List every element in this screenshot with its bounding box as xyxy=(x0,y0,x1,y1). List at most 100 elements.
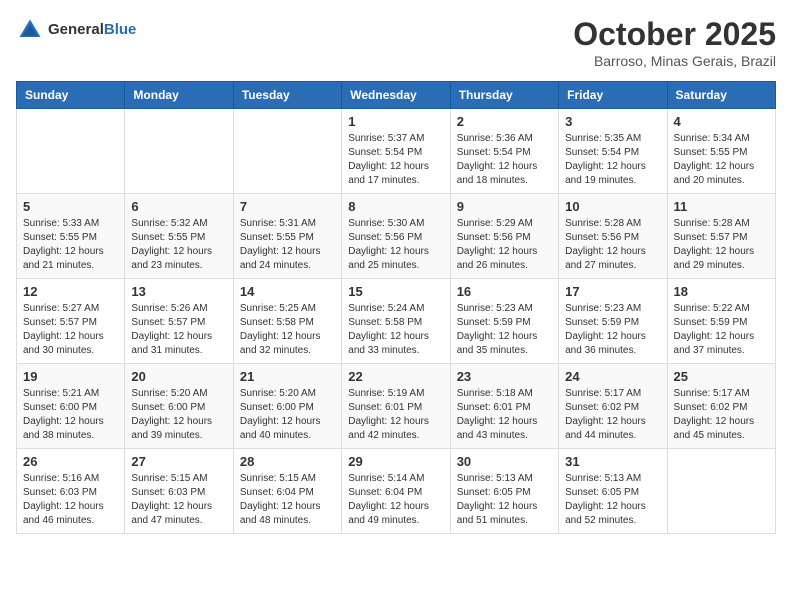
calendar-cell: 9 Sunrise: 5:29 AM Sunset: 5:56 PM Daylig… xyxy=(450,194,558,279)
day-info: Sunrise: 5:37 AM Sunset: 5:54 PM Dayligh… xyxy=(348,132,443,188)
day-number: 29 xyxy=(348,454,443,469)
calendar-week-row: 26Sunrise: 5:16 AM Sunset: 6:03 PM Dayli… xyxy=(17,449,776,534)
day-number: 6 xyxy=(131,199,226,214)
day-number: 23 xyxy=(457,369,552,384)
day-number: 20 xyxy=(131,369,226,384)
weekday-header-tuesday: Tuesday xyxy=(233,82,341,109)
day-info: Sunrise: 5:31 AM Sunset: 5:55 PM Dayligh… xyxy=(240,217,335,273)
day-info: Sunrise: 5:35 AM Sunset: 5:54 PM Dayligh… xyxy=(565,132,660,188)
calendar-cell: 25Sunrise: 5:17 AM Sunset: 6:02 PM Dayli… xyxy=(667,364,775,449)
logo-general-text: General xyxy=(48,21,104,38)
day-info: Sunrise: 5:14 AM Sunset: 6:04 PM Dayligh… xyxy=(348,472,443,528)
calendar-table: SundayMondayTuesdayWednesdayThursdayFrid… xyxy=(16,81,776,534)
calendar-cell: 10Sunrise: 5:28 AM Sunset: 5:56 PM Dayli… xyxy=(559,194,667,279)
page-header: GeneralBlue October 2025 Barroso, Minas … xyxy=(16,16,776,69)
day-info: Sunrise: 5:32 AM Sunset: 5:55 PM Dayligh… xyxy=(131,217,226,273)
day-number: 16 xyxy=(457,284,552,299)
calendar-cell: 29 Sunrise: 5:14 AM Sunset: 6:04 PM Dayli… xyxy=(342,449,450,534)
calendar-cell xyxy=(17,109,125,194)
day-number: 28 xyxy=(240,454,335,469)
calendar-cell: 30 Sunrise: 5:13 AM Sunset: 6:05 PM Dayli… xyxy=(450,449,558,534)
day-info: Sunrise: 5:13 AM Sunset: 6:05 PM Dayligh… xyxy=(565,472,660,528)
day-info: Sunrise: 5:26 AM Sunset: 5:57 PM Dayligh… xyxy=(131,302,226,358)
calendar-header-row: SundayMondayTuesdayWednesdayThursdayFrid… xyxy=(17,82,776,109)
day-number: 14 xyxy=(240,284,335,299)
weekday-header-sunday: Sunday xyxy=(17,82,125,109)
day-number: 19 xyxy=(23,369,118,384)
calendar-week-row: 1 Sunrise: 5:37 AM Sunset: 5:54 PM Daylig… xyxy=(17,109,776,194)
day-info: Sunrise: 5:23 AM Sunset: 5:59 PM Dayligh… xyxy=(565,302,660,358)
day-number: 12 xyxy=(23,284,118,299)
day-info: Sunrise: 5:25 AM Sunset: 5:58 PM Dayligh… xyxy=(240,302,335,358)
calendar-cell: 26Sunrise: 5:16 AM Sunset: 6:03 PM Dayli… xyxy=(17,449,125,534)
calendar-cell: 8Sunrise: 5:30 AM Sunset: 5:56 PM Daylig… xyxy=(342,194,450,279)
day-info: Sunrise: 5:17 AM Sunset: 6:02 PM Dayligh… xyxy=(565,387,660,443)
calendar-cell: 4 Sunrise: 5:34 AM Sunset: 5:55 PM Daylig… xyxy=(667,109,775,194)
day-info: Sunrise: 5:30 AM Sunset: 5:56 PM Dayligh… xyxy=(348,217,443,273)
calendar-cell: 24 Sunrise: 5:17 AM Sunset: 6:02 PM Dayli… xyxy=(559,364,667,449)
day-info: Sunrise: 5:17 AM Sunset: 6:02 PM Dayligh… xyxy=(674,387,769,443)
day-number: 7 xyxy=(240,199,335,214)
day-info: Sunrise: 5:34 AM Sunset: 5:55 PM Dayligh… xyxy=(674,132,769,188)
calendar-cell: 3 Sunrise: 5:35 AM Sunset: 5:54 PM Daylig… xyxy=(559,109,667,194)
day-info: Sunrise: 5:36 AM Sunset: 5:54 PM Dayligh… xyxy=(457,132,552,188)
day-number: 10 xyxy=(565,199,660,214)
day-info: Sunrise: 5:18 AM Sunset: 6:01 PM Dayligh… xyxy=(457,387,552,443)
calendar-cell: 2 Sunrise: 5:36 AM Sunset: 5:54 PM Daylig… xyxy=(450,109,558,194)
calendar-cell: 21Sunrise: 5:20 AM Sunset: 6:00 PM Dayli… xyxy=(233,364,341,449)
calendar-cell: 11 Sunrise: 5:28 AM Sunset: 5:57 PM Dayli… xyxy=(667,194,775,279)
day-info: Sunrise: 5:16 AM Sunset: 6:03 PM Dayligh… xyxy=(23,472,118,528)
calendar-cell: 12 Sunrise: 5:27 AM Sunset: 5:57 PM Dayli… xyxy=(17,279,125,364)
day-number: 4 xyxy=(674,114,769,129)
calendar-cell: 19 Sunrise: 5:21 AM Sunset: 6:00 PM Dayli… xyxy=(17,364,125,449)
calendar-cell: 23 Sunrise: 5:18 AM Sunset: 6:01 PM Dayli… xyxy=(450,364,558,449)
day-number: 11 xyxy=(674,199,769,214)
day-info: Sunrise: 5:27 AM Sunset: 5:57 PM Dayligh… xyxy=(23,302,118,358)
weekday-header-wednesday: Wednesday xyxy=(342,82,450,109)
day-info: Sunrise: 5:21 AM Sunset: 6:00 PM Dayligh… xyxy=(23,387,118,443)
calendar-cell: 6 Sunrise: 5:32 AM Sunset: 5:55 PM Daylig… xyxy=(125,194,233,279)
logo-blue-text: Blue xyxy=(104,21,137,38)
day-info: Sunrise: 5:28 AM Sunset: 5:57 PM Dayligh… xyxy=(674,217,769,273)
day-info: Sunrise: 5:13 AM Sunset: 6:05 PM Dayligh… xyxy=(457,472,552,528)
day-info: Sunrise: 5:29 AM Sunset: 5:56 PM Dayligh… xyxy=(457,217,552,273)
day-number: 5 xyxy=(23,199,118,214)
title-block: October 2025 Barroso, Minas Gerais, Braz… xyxy=(573,16,776,69)
weekday-header-thursday: Thursday xyxy=(450,82,558,109)
month-year-title: October 2025 xyxy=(573,16,776,53)
day-number: 2 xyxy=(457,114,552,129)
calendar-cell: 31Sunrise: 5:13 AM Sunset: 6:05 PM Dayli… xyxy=(559,449,667,534)
calendar-cell xyxy=(125,109,233,194)
calendar-cell xyxy=(667,449,775,534)
calendar-cell: 22 Sunrise: 5:19 AM Sunset: 6:01 PM Dayli… xyxy=(342,364,450,449)
calendar-cell xyxy=(233,109,341,194)
day-number: 22 xyxy=(348,369,443,384)
day-info: Sunrise: 5:15 AM Sunset: 6:03 PM Dayligh… xyxy=(131,472,226,528)
day-info: Sunrise: 5:19 AM Sunset: 6:01 PM Dayligh… xyxy=(348,387,443,443)
calendar-cell: 14 Sunrise: 5:25 AM Sunset: 5:58 PM Dayli… xyxy=(233,279,341,364)
day-number: 9 xyxy=(457,199,552,214)
calendar-cell: 27Sunrise: 5:15 AM Sunset: 6:03 PM Dayli… xyxy=(125,449,233,534)
day-info: Sunrise: 5:23 AM Sunset: 5:59 PM Dayligh… xyxy=(457,302,552,358)
day-number: 18 xyxy=(674,284,769,299)
calendar-cell: 15Sunrise: 5:24 AM Sunset: 5:58 PM Dayli… xyxy=(342,279,450,364)
calendar-week-row: 19 Sunrise: 5:21 AM Sunset: 6:00 PM Dayli… xyxy=(17,364,776,449)
weekday-header-friday: Friday xyxy=(559,82,667,109)
day-number: 30 xyxy=(457,454,552,469)
weekday-header-saturday: Saturday xyxy=(667,82,775,109)
calendar-cell: 7 Sunrise: 5:31 AM Sunset: 5:55 PM Daylig… xyxy=(233,194,341,279)
calendar-week-row: 12 Sunrise: 5:27 AM Sunset: 5:57 PM Dayli… xyxy=(17,279,776,364)
day-number: 1 xyxy=(348,114,443,129)
calendar-cell: 5Sunrise: 5:33 AM Sunset: 5:55 PM Daylig… xyxy=(17,194,125,279)
calendar-cell: 20Sunrise: 5:20 AM Sunset: 6:00 PM Dayli… xyxy=(125,364,233,449)
logo-icon xyxy=(16,16,44,44)
day-number: 24 xyxy=(565,369,660,384)
day-info: Sunrise: 5:20 AM Sunset: 6:00 PM Dayligh… xyxy=(240,387,335,443)
calendar-cell: 18 Sunrise: 5:22 AM Sunset: 5:59 PM Dayli… xyxy=(667,279,775,364)
day-info: Sunrise: 5:22 AM Sunset: 5:59 PM Dayligh… xyxy=(674,302,769,358)
day-number: 17 xyxy=(565,284,660,299)
calendar-cell: 17 Sunrise: 5:23 AM Sunset: 5:59 PM Dayli… xyxy=(559,279,667,364)
calendar-cell: 1 Sunrise: 5:37 AM Sunset: 5:54 PM Daylig… xyxy=(342,109,450,194)
day-number: 3 xyxy=(565,114,660,129)
logo: GeneralBlue xyxy=(16,16,136,44)
